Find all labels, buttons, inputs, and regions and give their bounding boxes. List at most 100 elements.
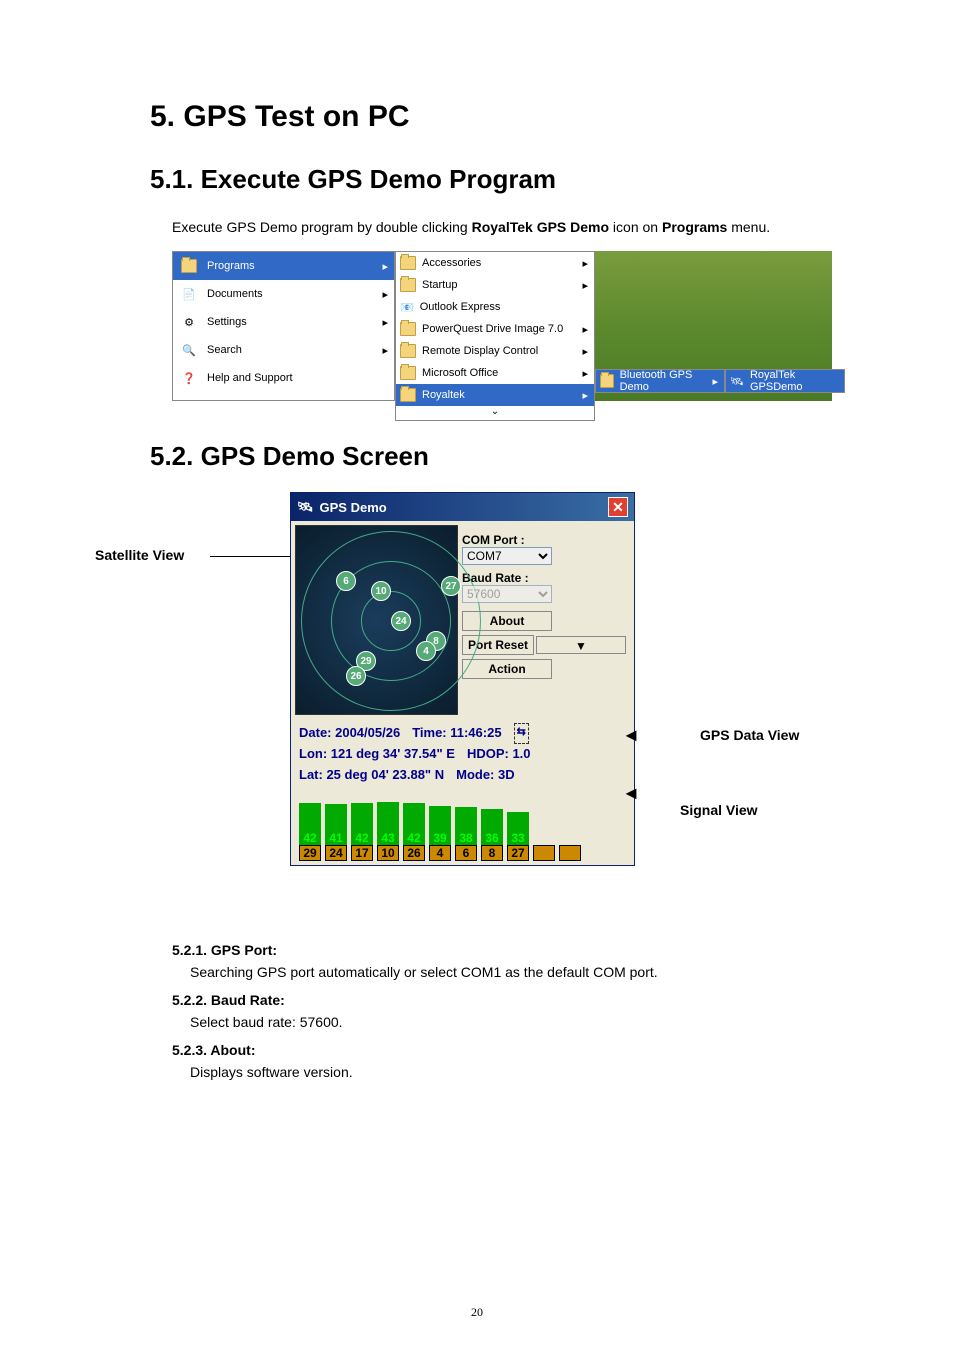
submenu-label: Startup <box>422 279 457 291</box>
chevron-right-icon: ▸ <box>382 316 388 329</box>
close-button[interactable]: ✕ <box>608 497 628 517</box>
close-icon: ✕ <box>612 499 624 516</box>
gps-demo-window: 🛰 GPS Demo ✕ 6102724842926 COM Port : CO… <box>290 492 635 866</box>
com-port-label: COM Port : <box>462 533 626 547</box>
callout-line <box>210 556 290 557</box>
submenu-accessories[interactable]: Accessories ▸ <box>396 252 594 274</box>
start-item-settings[interactable]: ⚙ Settings ▸ <box>173 308 394 336</box>
date-text: Date: 2004/05/26 <box>299 723 400 744</box>
intro-mid: icon on <box>609 219 662 235</box>
signal-view: ◄ 424142434239383633 292417102646827.. <box>291 789 634 865</box>
lat-text: Lat: 25 deg 04' 23.88" N <box>299 765 444 786</box>
chevron-right-icon: ▸ <box>582 257 588 270</box>
signal-bar-id: 17 <box>351 845 373 861</box>
hdop-text: HDOP: 1.0 <box>467 744 531 765</box>
outlook-icon: 📧 <box>400 301 414 314</box>
submenu-msoffice[interactable]: Microsoft Office ▸ <box>396 362 594 384</box>
submenu-bluetooth-gps[interactable]: Bluetooth GPS Demo▸ <box>596 370 724 392</box>
gps-demo-titlebar: 🛰 GPS Demo ✕ <box>291 493 634 521</box>
lon-text: Lon: 121 deg 34' 37.54" E <box>299 744 455 765</box>
intro-paragraph: Execute GPS Demo program by double click… <box>172 213 874 241</box>
submenu-label: Accessories <box>422 257 481 269</box>
app-icon: 🛰 <box>730 375 744 388</box>
settings-icon: ⚙ <box>179 312 199 332</box>
signal-bar-id: . <box>533 845 555 861</box>
satellite-dot: 26 <box>346 666 366 686</box>
programs-submenu: Accessories ▸ Startup ▸ 📧 Outlook Express P… <box>395 251 595 421</box>
gps-data-view: Date: 2004/05/26 Time: 11:46:25 ◄ ⇆ Lon:… <box>291 719 634 789</box>
chevron-right-icon: ▸ <box>582 279 588 292</box>
submenu-remote[interactable]: Remote Display Control▸ <box>396 340 594 362</box>
signal-bar: 33 <box>507 812 529 845</box>
action-button[interactable]: Action <box>462 659 552 679</box>
gps-demo-icon: 🛰 <box>297 499 314 515</box>
submenu-label: RoyalTek GPSDemo <box>750 369 844 393</box>
start-label-documents: Documents <box>207 288 263 300</box>
controls-panel: COM Port : COM7 Baud Rate : 57600 About … <box>458 525 630 715</box>
section-521-text: Searching GPS port automatically or sele… <box>190 958 874 986</box>
start-item-help[interactable]: ❓ Help and Support <box>173 364 394 392</box>
start-item-documents[interactable]: 📄 Documents ▸ <box>173 280 394 308</box>
submenu-label: Outlook Express <box>420 301 501 313</box>
arrow-left-icon: ◄ <box>622 783 640 804</box>
section-522-text: Select baud rate: 57600. <box>190 1008 874 1036</box>
chevron-down-icon[interactable]: ⌄ <box>396 406 594 420</box>
submenu-label: PowerQuest Drive Image 7.0 <box>422 323 563 335</box>
start-menu-screenshot: Programs ▸ 📄 Documents ▸ ⚙ Settings ▸ 🔍 … <box>172 251 832 401</box>
chevron-right-icon: ▸ <box>382 260 388 273</box>
start-label-settings: Settings <box>207 316 247 328</box>
folder-icon <box>400 344 416 358</box>
signal-bar: 38 <box>455 807 477 845</box>
signal-bar-id: 4 <box>429 845 451 861</box>
satellite-dot: 6 <box>336 571 356 591</box>
submenu-royaltek-gpsdemo[interactable]: 🛰 RoyalTek GPSDemo <box>726 370 844 392</box>
signal-bar: 42 <box>403 803 425 845</box>
folder-icon <box>600 374 614 388</box>
signal-bar: 36 <box>481 809 503 845</box>
gps-demo-title: GPS Demo <box>320 500 387 515</box>
signal-bar-id: 10 <box>377 845 399 861</box>
port-reset-dropdown[interactable]: ▼ <box>536 636 626 654</box>
signal-bar: 42 <box>299 803 321 845</box>
signal-bar-id: 27 <box>507 845 529 861</box>
chevron-right-icon: ▸ <box>582 389 588 402</box>
submenu-outlook[interactable]: 📧 Outlook Express <box>396 296 594 318</box>
documents-icon: 📄 <box>179 284 199 304</box>
gpsdemo-submenu: 🛰 RoyalTek GPSDemo <box>725 369 845 393</box>
gps-demo-diagram: Satellite View GPS Data View Signal View… <box>80 492 874 912</box>
baud-rate-label: Baud Rate : <box>462 571 626 585</box>
satellite-view-label: Satellite View <box>95 547 184 563</box>
gps-data-view-label: GPS Data View <box>700 727 799 743</box>
signal-bar-id: 8 <box>481 845 503 861</box>
heading-1: 5. GPS Test on PC <box>150 100 874 134</box>
programs-icon <box>179 256 199 276</box>
section-522-title: 5.2.2. Baud Rate: <box>172 992 874 1008</box>
royaltek-submenu: Bluetooth GPS Demo▸ <box>595 369 725 393</box>
signal-bar: 41 <box>325 804 347 845</box>
start-item-programs[interactable]: Programs ▸ <box>173 252 394 280</box>
submenu-label: Microsoft Office <box>422 367 498 379</box>
signal-bar: 39 <box>429 806 451 845</box>
submenu-powerquest[interactable]: PowerQuest Drive Image 7.0▸ <box>396 318 594 340</box>
chevron-right-icon: ▸ <box>582 367 588 380</box>
start-item-search[interactable]: 🔍 Search ▸ <box>173 336 394 364</box>
signal-bar-id: 6 <box>455 845 477 861</box>
submenu-label: Bluetooth GPS Demo <box>620 369 707 393</box>
folder-icon <box>400 366 416 380</box>
intro-bold-2: Programs <box>662 219 727 235</box>
section-523-text: Displays software version. <box>190 1058 874 1086</box>
submenu-startup[interactable]: Startup ▸ <box>396 274 594 296</box>
signal-bar-id: 29 <box>299 845 321 861</box>
satellite-dot: 4 <box>416 641 436 661</box>
arrow-left-icon: ◄ <box>622 721 640 750</box>
section-523-title: 5.2.3. About: <box>172 1042 874 1058</box>
start-label-help: Help and Support <box>207 372 293 384</box>
start-label-programs: Programs <box>207 260 255 272</box>
intro-bold-1: RoyalTek GPS Demo <box>472 219 609 235</box>
com-port-select[interactable]: COM7 <box>462 547 552 565</box>
folder-icon <box>400 322 416 336</box>
expand-icon[interactable]: ⇆ <box>514 723 529 744</box>
folder-icon <box>400 388 416 402</box>
baud-rate-select[interactable]: 57600 <box>462 585 552 603</box>
submenu-royaltek[interactable]: Royaltek▸ <box>396 384 594 406</box>
